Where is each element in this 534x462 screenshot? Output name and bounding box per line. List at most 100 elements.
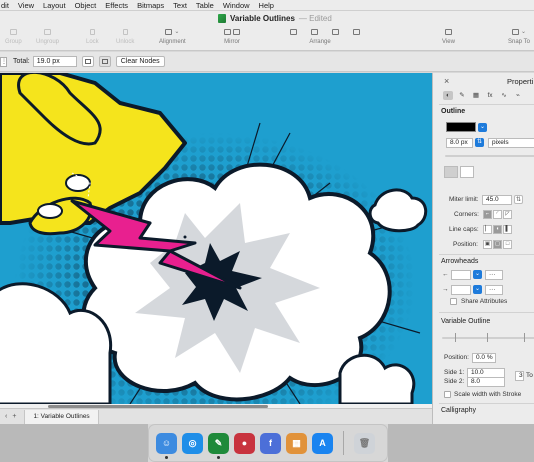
link-tab-icon[interactable]: ⌁ — [513, 91, 523, 100]
scale-width-checkbox[interactable] — [444, 391, 451, 398]
launchpad-icon[interactable]: ▦ — [286, 432, 307, 454]
start-arrow-scale-select[interactable]: ··· — [485, 270, 503, 280]
pen-tab-icon[interactable]: ✎ — [457, 91, 467, 100]
lock-button[interactable]: Lock — [86, 27, 99, 45]
link-sides-field[interactable]: 3 — [515, 371, 524, 381]
running-indicator — [165, 455, 168, 459]
miter-limit-field[interactable]: 45.0 — [482, 195, 512, 205]
stroke-outside-icon[interactable]: □ — [503, 240, 512, 249]
app-store-icon[interactable]: A — [312, 432, 333, 454]
width-stepper[interactable]: ⇅ — [475, 138, 484, 147]
cap-round-icon[interactable]: ◖ — [493, 225, 502, 234]
add-page-button[interactable]: + — [12, 413, 16, 420]
start-arrowhead-menu[interactable]: ⌄ — [473, 270, 482, 279]
dock-separator — [343, 431, 344, 455]
magnet-icon — [511, 28, 519, 35]
corner-round-icon[interactable]: ◜ — [493, 210, 502, 219]
lock-icon — [89, 28, 95, 35]
dash-style-button[interactable] — [460, 166, 474, 178]
running-indicator — [217, 455, 220, 459]
page-tab-bar: ‹ + 1: Variable Outlines — [0, 408, 432, 424]
vectornator-icon[interactable]: ✎ — [208, 432, 229, 459]
alignment-button[interactable]: ⌄ Alignment — [159, 27, 186, 45]
stroke-center-icon[interactable]: ▢ — [493, 240, 502, 249]
width-unit-select[interactable]: pixels — [488, 138, 534, 148]
width-slider[interactable] — [445, 155, 534, 157]
stroke-style-button[interactable] — [444, 166, 458, 178]
end-arrowhead-select[interactable] — [451, 285, 471, 295]
node-icon — [84, 59, 91, 64]
color-menu-button[interactable]: ⌄ — [478, 123, 487, 132]
cap-square-icon[interactable]: ▌ — [503, 225, 512, 234]
drawing-canvas[interactable] — [0, 73, 432, 404]
font-app-icon[interactable]: f — [260, 432, 281, 454]
miter-stepper[interactable]: ⇅ — [514, 195, 523, 204]
unlock-button[interactable]: Unlock — [116, 27, 134, 45]
snap-to-button[interactable]: ⌄ Snap To — [508, 27, 530, 45]
arrange-button[interactable]: Arrange — [290, 27, 360, 45]
share-attributes-checkbox[interactable] — [450, 298, 457, 305]
tab-variable-outlines[interactable]: 1: Variable Outlines — [24, 409, 99, 424]
curve-tab-icon[interactable]: ∿ — [499, 91, 509, 100]
menu-view[interactable]: View — [18, 1, 34, 10]
side2-field[interactable]: 8.0 — [467, 377, 505, 387]
fill-tab-icon[interactable]: ◐ — [443, 91, 453, 100]
vo-position-field[interactable]: 0.0 % — [472, 353, 496, 363]
menu-effects[interactable]: Effects — [105, 1, 128, 10]
chevron-down-icon: ⌄ — [520, 29, 526, 35]
document-name: Variable Outlines — [230, 14, 295, 23]
arrow-end-icon: → — [442, 286, 449, 293]
trash-icon[interactable]: 🗑 — [354, 432, 375, 454]
end-arrowhead-menu[interactable]: ⌄ — [473, 285, 482, 294]
node-select-button[interactable] — [98, 56, 111, 67]
clear-nodes-button[interactable]: Clear Nodes — [115, 56, 165, 67]
screen-recorder-icon[interactable]: ● — [234, 432, 255, 454]
menu-bitmaps[interactable]: Bitmaps — [137, 1, 164, 10]
finder-icon[interactable]: ☺ — [156, 432, 177, 459]
bring-forward-icon — [311, 28, 318, 35]
corner-bevel-icon[interactable]: ◸ — [503, 210, 512, 219]
previous-page-button[interactable]: ‹ — [5, 413, 7, 420]
menu-edit[interactable]: dit — [1, 1, 9, 10]
safari-icon[interactable]: ◎ — [182, 432, 203, 454]
send-to-back-icon — [353, 28, 360, 35]
stroke-inside-icon[interactable]: ▣ — [483, 240, 492, 249]
menu-object[interactable]: Object — [75, 1, 97, 10]
menu-window[interactable]: Window — [223, 1, 250, 10]
effects-tab-icon[interactable]: fx — [485, 91, 495, 100]
view-icon — [444, 28, 452, 35]
menu-help[interactable]: Help — [259, 1, 274, 10]
menu-layout[interactable]: Layout — [43, 1, 66, 10]
stroke-position-segmented: ▣ ▢ □ — [483, 240, 512, 249]
align-icon — [165, 28, 173, 35]
cap-butt-icon[interactable]: ▏ — [483, 225, 492, 234]
menu-text[interactable]: Text — [173, 1, 187, 10]
end-arrow-scale-select[interactable]: ··· — [485, 285, 503, 295]
variable-outline-editor[interactable] — [442, 331, 534, 345]
total-length-field[interactable]: 19.0 px — [32, 56, 77, 67]
outline-color-swatch[interactable] — [446, 122, 476, 132]
corner-miter-icon[interactable]: ⌐ — [483, 210, 492, 219]
bring-to-front-icon — [290, 28, 297, 35]
group-button[interactable]: Group — [5, 27, 22, 45]
close-panel-icon[interactable]: × — [444, 76, 449, 86]
desktop-background — [388, 424, 534, 462]
unlock-icon — [122, 28, 128, 35]
menu-table[interactable]: Table — [196, 1, 214, 10]
ungroup-icon — [44, 28, 51, 35]
mirror-button[interactable]: Mirror — [224, 27, 240, 45]
document-title: Variable Outlines — Edited — [218, 14, 332, 23]
side1-label: Side 1: — [444, 369, 465, 376]
fingernail — [37, 203, 63, 219]
view-button[interactable]: View — [442, 27, 455, 45]
outline-width-field[interactable]: 8.0 px — [446, 138, 473, 148]
node-select-icon — [101, 59, 108, 64]
start-arrowhead-select[interactable] — [451, 270, 471, 280]
chevron-down-icon: ⌄ — [174, 29, 180, 35]
arrowheads-heading: Arrowheads — [441, 258, 479, 265]
node-mode-button[interactable] — [81, 56, 94, 67]
pattern-tab-icon[interactable]: ▦ — [471, 91, 481, 100]
divider — [439, 312, 534, 313]
ungroup-button[interactable]: Ungroup — [36, 27, 59, 45]
scale-width-label: Scale width with Stroke — [454, 391, 522, 398]
